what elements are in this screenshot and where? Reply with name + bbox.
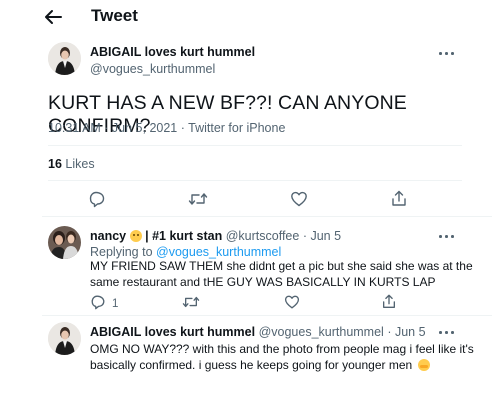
divider [42, 216, 492, 217]
replying-prefix: Replying to [90, 245, 153, 259]
reply-time[interactable]: Jun 5 [310, 229, 341, 243]
reply-author-handle[interactable]: @vogues_kurthummel [259, 325, 384, 339]
reply-text-body: OMG NO WAY??? with this and the photo fr… [90, 342, 474, 372]
separator: · [302, 229, 307, 243]
separator: · [387, 325, 392, 339]
heart-icon[interactable] [290, 190, 308, 213]
reply-text: OMG NO WAY??? with this and the photo fr… [90, 342, 488, 373]
avatar[interactable] [48, 42, 81, 75]
page-title: Tweet [91, 6, 138, 25]
likes-count[interactable]: 16 Likes [48, 157, 95, 171]
author-handle[interactable]: @vogues_kurthummel [90, 62, 215, 76]
heart-icon[interactable] [284, 294, 300, 315]
retweet-icon[interactable] [188, 190, 208, 213]
smiling-hearts-emoji-icon [129, 230, 142, 242]
reply-time[interactable]: Jun 5 [395, 325, 426, 339]
divider [48, 180, 462, 181]
flushed-emoji-icon [417, 358, 430, 371]
reply-author-suffix[interactable]: | #1 kurt stan [145, 229, 222, 243]
likes-label: Likes [65, 157, 95, 171]
reply-count: 1 [112, 298, 119, 310]
author-name[interactable]: ABIGAIL loves kurt hummel [90, 45, 255, 59]
divider [48, 145, 462, 146]
replying-to: Replying to @vogues_kurthummel [90, 245, 281, 259]
avatar[interactable] [48, 226, 81, 259]
back-arrow-icon[interactable] [42, 8, 64, 26]
tweet-page: Tweet ABIGAIL loves kurt hummel @vogues_… [0, 0, 500, 400]
reply-icon[interactable] [88, 190, 106, 213]
reply-author-name[interactable]: nancy [90, 229, 126, 243]
header: Tweet [0, 0, 500, 36]
replying-to-link[interactable]: @vogues_kurthummel [156, 245, 281, 259]
retweet-icon[interactable] [182, 294, 200, 315]
reply-text: MY FRIEND SAW THEM she didnt get a pic b… [90, 259, 473, 289]
reply-icon[interactable] [90, 294, 106, 315]
share-icon[interactable] [390, 189, 408, 213]
more-dots-icon[interactable] [437, 231, 455, 241]
tweet-metadata[interactable]: 10:31 AM · Jun 5, 2021 · Twitter for iPh… [48, 121, 285, 135]
reply-header: ABIGAIL loves kurt hummel @vogues_kurthu… [90, 325, 426, 339]
reply-author-name[interactable]: ABIGAIL loves kurt hummel [90, 325, 255, 339]
reply-author-handle[interactable]: @kurtscoffee [226, 229, 300, 243]
likes-number: 16 [48, 157, 62, 171]
share-icon[interactable] [381, 293, 397, 315]
reply-header: nancy | #1 kurt stan @kurtscoffee · Jun … [90, 229, 341, 243]
divider [42, 315, 492, 316]
avatar[interactable] [48, 322, 81, 355]
more-dots-icon[interactable] [437, 48, 455, 58]
more-dots-icon[interactable] [437, 327, 455, 337]
